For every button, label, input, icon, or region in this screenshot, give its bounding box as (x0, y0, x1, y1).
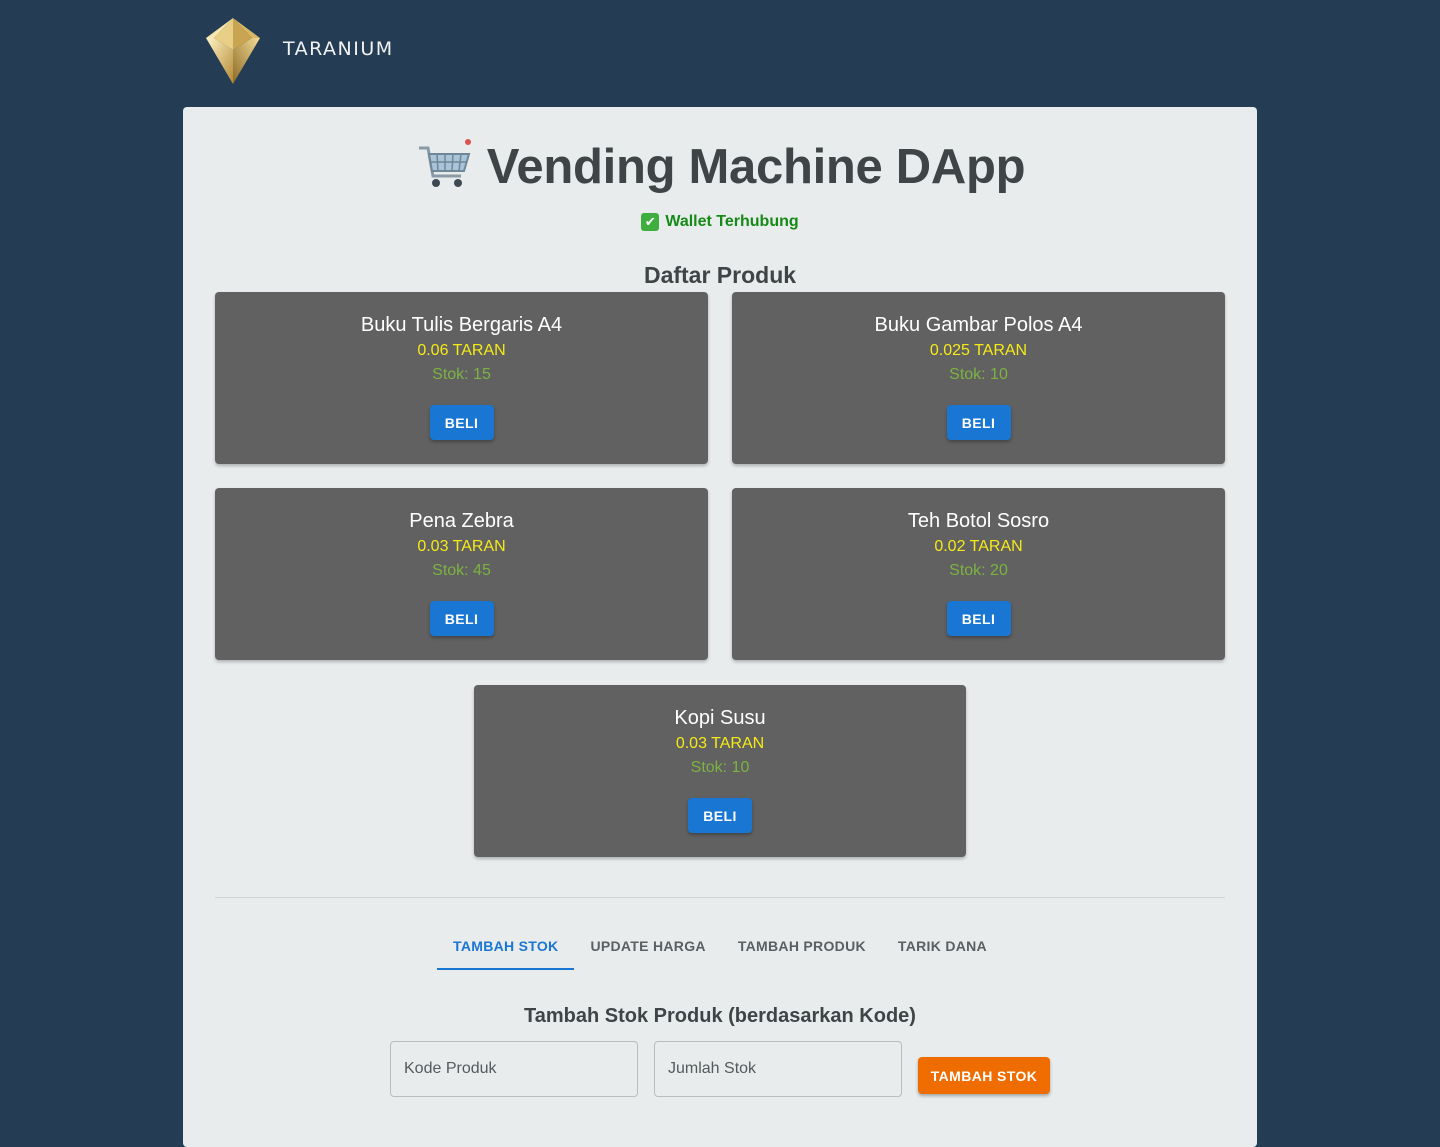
product-name: Buku Gambar Polos A4 (874, 314, 1083, 336)
product-name: Pena Zebra (409, 510, 514, 532)
product-card: Kopi Susu 0.03 TARAN Stok: 10 BELI (474, 685, 966, 857)
main-panel: Vending Machine DApp ✔ Wallet Terhubung … (183, 107, 1257, 1147)
product-price: 0.03 TARAN (675, 735, 765, 752)
divider (215, 897, 1225, 898)
product-stock: Stok: 10 (949, 366, 1008, 383)
check-mark-icon: ✔ (641, 213, 660, 231)
page-header: Vending Machine DApp (183, 135, 1257, 199)
tab-update-harga[interactable]: UPDATE HARGA (574, 929, 721, 970)
product-price: 0.06 TARAN (417, 342, 506, 359)
product-name: Buku Tulis Bergaris A4 (360, 314, 563, 336)
buy-button[interactable]: BELI (946, 405, 1011, 440)
tab-tambah-stok[interactable]: TAMBAH STOK (437, 929, 575, 970)
add-stock-button[interactable]: TAMBAH STOK (918, 1057, 1050, 1094)
wallet-status-text: Wallet Terhubung (665, 213, 799, 230)
product-stock: Stok: 15 (432, 366, 491, 383)
buy-button[interactable]: BELI (429, 601, 494, 636)
product-stock: Stok: 45 (432, 562, 491, 579)
admin-tabs: TAMBAH STOK UPDATE HARGA TAMBAH PRODUK T… (183, 929, 1257, 970)
page-title: Vending Machine DApp (486, 140, 1026, 194)
brand-name: TARANIUM (283, 38, 394, 60)
product-stock: Stok: 20 (949, 562, 1008, 579)
product-price: 0.025 TARAN (929, 342, 1028, 359)
top-bar: TARANIUM (0, 0, 1440, 107)
product-card: Teh Botol Sosro 0.02 TARAN Stok: 20 BELI (732, 488, 1225, 660)
buy-button[interactable]: BELI (429, 405, 494, 440)
product-stock: Stok: 10 (690, 759, 750, 776)
product-name: Teh Botol Sosro (907, 510, 1050, 532)
product-card: Buku Tulis Bergaris A4 0.06 TARAN Stok: … (215, 292, 708, 464)
product-price: 0.03 TARAN (417, 538, 506, 555)
tab-tambah-produk[interactable]: TAMBAH PRODUK (722, 929, 882, 970)
product-name: Kopi Susu (674, 707, 766, 729)
product-code-input[interactable] (390, 1041, 638, 1097)
diamond-gem-icon (206, 18, 260, 84)
product-card: Buku Gambar Polos A4 0.025 TARAN Stok: 1… (732, 292, 1225, 464)
product-card: Pena Zebra 0.03 TARAN Stok: 45 BELI (215, 488, 708, 660)
buy-button[interactable]: BELI (946, 601, 1011, 636)
wallet-status: ✔ Wallet Terhubung (183, 213, 1257, 231)
products-section-title: Daftar Produk (643, 262, 797, 288)
tab-tarik-dana[interactable]: TARIK DANA (882, 929, 1003, 970)
product-price: 0.02 TARAN (934, 538, 1023, 555)
shopping-cart-icon (418, 139, 471, 187)
stock-amount-input[interactable] (654, 1041, 902, 1097)
form-title: Tambah Stok Produk (berdasarkan Kode) (524, 1005, 916, 1027)
buy-button[interactable]: BELI (688, 798, 752, 833)
